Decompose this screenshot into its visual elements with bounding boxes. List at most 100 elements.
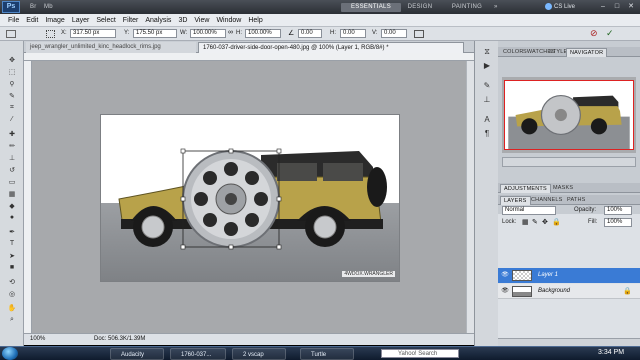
zoom-readout[interactable]: 100% <box>30 336 45 342</box>
healing-brush-tool-icon[interactable]: ✚ <box>6 129 18 138</box>
tab-paths[interactable]: PATHS <box>564 196 589 205</box>
lock-pixels-icon[interactable]: ✎ <box>532 218 538 226</box>
bridge-icon[interactable]: Br <box>26 3 36 12</box>
eyedropper-tool-icon[interactable]: ⁄ <box>6 115 18 124</box>
taskbar-search-input[interactable]: Yahoo! Search <box>381 349 459 358</box>
minimize-button[interactable]: – <box>598 2 608 12</box>
history-brush-tool-icon[interactable]: ↺ <box>6 165 18 174</box>
maximize-button[interactable]: □ <box>612 2 622 12</box>
w-label: W: <box>180 30 188 36</box>
tab-navigator[interactable]: NAVIGATOR <box>566 48 608 57</box>
workspace-more[interactable]: » <box>490 3 498 12</box>
commit-transform-icon[interactable]: ✓ <box>606 28 614 39</box>
tab-adjustments[interactable]: ADJUSTMENTS <box>500 184 551 193</box>
layers-panel-tabs: LAYERS CHANNELS PATHS <box>498 195 640 205</box>
start-button[interactable] <box>2 347 18 360</box>
menu-edit[interactable]: Edit <box>26 17 45 24</box>
lock-transparency-icon[interactable]: ▦ <box>522 218 529 226</box>
layers-footer <box>498 338 640 346</box>
h-skew-field[interactable]: 0.00 <box>340 29 366 38</box>
layer-name[interactable]: Background <box>538 288 570 294</box>
menu-view[interactable]: View <box>194 17 216 24</box>
menu-image[interactable]: Image <box>45 17 71 24</box>
type-tool-icon[interactable]: T <box>6 239 18 248</box>
taskbar-item-turtle[interactable]: Turtle <box>300 348 354 360</box>
width-field[interactable]: 100.00% <box>190 29 226 38</box>
cancel-transform-icon[interactable]: ⊘ <box>590 28 598 39</box>
clone-source-panel-icon[interactable]: ⊥ <box>481 95 493 105</box>
menu-layer[interactable]: Layer <box>72 17 97 24</box>
lock-all-icon[interactable]: 🔒 <box>552 218 561 226</box>
document-tab[interactable]: jeep_wrangler_unlimited_kinc_headlock_ri… <box>26 42 196 53</box>
menu-analysis[interactable]: Analysis <box>145 17 178 24</box>
workspace-essentials[interactable]: ESSENTIALS <box>341 3 401 12</box>
panel-dock: ⧖ ▶ ✎ ⊥ A ¶ <box>474 41 498 346</box>
hand-tool-icon[interactable]: ✋ <box>6 303 18 312</box>
character-panel-icon[interactable]: A <box>481 115 493 125</box>
visibility-eye-icon[interactable]: 👁 <box>501 288 509 295</box>
pen-tool-icon[interactable]: ✒ <box>6 227 18 236</box>
cs-live-button[interactable]: CS Live <box>554 3 575 12</box>
path-select-tool-icon[interactable]: ➤ <box>6 251 18 260</box>
lasso-tool-icon[interactable]: ϙ <box>6 79 18 88</box>
taskbar-item-audacity[interactable]: Audacity <box>110 348 164 360</box>
fill-field[interactable]: 100% <box>604 218 632 227</box>
move-tool-icon[interactable]: ✥ <box>6 55 18 64</box>
gradient-tool-icon[interactable]: ▦ <box>6 189 18 198</box>
menu-filter[interactable]: Filter <box>123 17 146 24</box>
workspace-design[interactable]: DESIGN <box>402 3 438 12</box>
lock-position-icon[interactable]: ✥ <box>542 218 548 226</box>
visibility-eye-icon[interactable]: 👁 <box>501 272 509 279</box>
navigator-view-box[interactable] <box>504 80 634 150</box>
y-field[interactable]: 175.50 px <box>133 29 177 38</box>
blend-mode-select[interactable]: Normal <box>502 206 556 215</box>
brush-tool-icon[interactable]: ✏ <box>6 141 18 150</box>
history-panel-icon[interactable]: ⧖ <box>481 47 493 57</box>
paragraph-panel-icon[interactable]: ¶ <box>481 129 493 139</box>
navigator-preview[interactable] <box>502 77 636 153</box>
menu-3d[interactable]: 3D <box>178 17 194 24</box>
close-button[interactable]: ✕ <box>626 2 636 12</box>
angle-field[interactable]: 0.00 <box>298 29 322 38</box>
transform-tool-icon[interactable] <box>6 30 16 38</box>
opacity-field[interactable]: 100% <box>604 206 632 215</box>
crop-tool-icon[interactable]: ⌗ <box>6 103 18 112</box>
menu-window[interactable]: Window <box>216 17 248 24</box>
zoom-tool-icon[interactable]: ⌕ <box>6 315 18 324</box>
actions-panel-icon[interactable]: ▶ <box>481 61 493 71</box>
blur-tool-icon[interactable]: ◆ <box>6 201 18 210</box>
taskbar-item-photoshop[interactable]: 1760-037... <box>170 348 226 360</box>
tab-masks[interactable]: MASKS <box>550 184 576 193</box>
3d-orbit-tool-icon[interactable]: ◎ <box>6 289 18 298</box>
3d-rotate-tool-icon[interactable]: ⟲ <box>6 277 18 286</box>
brush-panel-icon[interactable]: ✎ <box>481 81 493 91</box>
minibridge-icon[interactable]: Mb <box>40 3 53 12</box>
clone-stamp-tool-icon[interactable]: ⊥ <box>6 153 18 162</box>
quick-select-tool-icon[interactable]: ✎ <box>6 91 18 100</box>
layer-name[interactable]: Layer 1 <box>538 272 558 278</box>
warp-icon[interactable] <box>414 30 424 38</box>
workspace-painting[interactable]: PAINTING <box>446 3 488 12</box>
menu-select[interactable]: Select <box>96 17 122 24</box>
dodge-tool-icon[interactable]: ● <box>6 213 18 222</box>
layer-row-background[interactable]: 👁 Background 🔒 <box>498 284 640 299</box>
height-field[interactable]: 100.00% <box>245 29 281 38</box>
navigator-zoom-slider[interactable] <box>502 157 636 167</box>
menu-file[interactable]: File <box>8 17 26 24</box>
tab-channels[interactable]: CHANNELS <box>528 196 566 205</box>
vertical-scrollbar[interactable] <box>466 61 474 333</box>
link-icon[interactable]: ∞ <box>228 29 233 36</box>
tab-layers[interactable]: LAYERS <box>500 196 531 205</box>
reference-point-icon[interactable] <box>46 30 55 38</box>
layer-row-layer-1[interactable]: 👁 Layer 1 <box>498 268 640 283</box>
document-image[interactable]: 4WDOX.WRANGLER <box>100 114 400 282</box>
taskbar-item-vscap[interactable]: 2 vscap <box>232 348 286 360</box>
eraser-tool-icon[interactable]: ▭ <box>6 177 18 186</box>
taskbar-clock[interactable]: 3:34 PM <box>598 349 624 356</box>
v-skew-field[interactable]: 0.00 <box>381 29 407 38</box>
document-tab-active[interactable]: 1760-037-driver-side-door-open-480.jpg @… <box>198 42 464 53</box>
menu-help[interactable]: Help <box>248 17 269 24</box>
marquee-tool-icon[interactable]: ⬚ <box>6 67 18 76</box>
shape-tool-icon[interactable]: ■ <box>6 263 18 272</box>
x-field[interactable]: 317.50 px <box>70 29 116 38</box>
